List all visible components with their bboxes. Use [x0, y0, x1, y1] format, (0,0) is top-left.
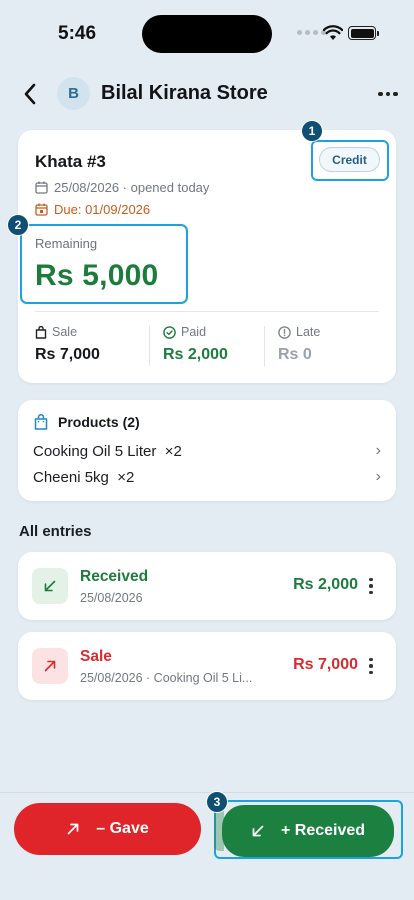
card-divider — [35, 311, 379, 312]
entry-row-received[interactable]: Received 25/08/2026 Rs 2,000 — [18, 552, 396, 620]
arrow-up-right-icon — [44, 660, 56, 672]
battery-icon — [348, 26, 379, 40]
check-circle-icon — [163, 325, 176, 339]
stat-late: Late Rs 0 — [278, 325, 320, 364]
stat-separator — [149, 326, 150, 366]
stat-paid: Paid Rs 2,000 — [163, 325, 228, 364]
arrow-down-left-icon — [44, 580, 56, 592]
shopping-bag-icon — [34, 414, 48, 430]
received-button-label: + Received — [280, 822, 366, 839]
back-button[interactable] — [16, 80, 44, 108]
navigation-bar: B Bilal Kirana Store — [0, 72, 414, 116]
stat-paid-value: Rs 2,000 — [163, 346, 228, 363]
gave-button-label: – Gave — [96, 820, 149, 837]
step-marker-1: 1 — [301, 120, 323, 142]
credit-badge[interactable]: Credit — [319, 147, 380, 172]
products-heading: Products (2) — [58, 414, 140, 430]
more-options-button[interactable] — [376, 82, 400, 106]
page-title: Bilal Kirana Store — [101, 82, 268, 104]
chevron-right-icon: › — [375, 468, 381, 485]
customer-avatar: B — [57, 77, 90, 110]
entry-row-sale[interactable]: Sale 25/08/2026 · Cooking Oil 5 Li... Rs… — [18, 632, 396, 700]
entry-date: 25/08/2026 · Cooking Oil 5 Li... — [80, 671, 253, 685]
calendar-due-icon — [35, 203, 48, 216]
stat-sale: Sale Rs 7,000 — [35, 325, 100, 364]
arrow-down-left-icon — [252, 825, 264, 837]
status-bar: 5:46 — [0, 0, 414, 66]
entry-type: Sale — [80, 648, 112, 665]
opened-date: 25/08/2026 · opened today — [54, 180, 210, 195]
status-time: 5:46 — [58, 23, 97, 44]
entry-more-button[interactable] — [361, 575, 381, 597]
entry-amount: Rs 2,000 — [293, 576, 358, 593]
entry-date: 25/08/2026 — [80, 591, 143, 605]
due-date: Due: 01/09/2026 — [54, 202, 151, 217]
wifi-icon — [323, 25, 343, 40]
more-vertical-icon — [369, 577, 373, 582]
remaining-amount: Rs 5,000 — [35, 259, 159, 292]
opened-date-row: 25/08/2026 · opened today — [35, 180, 209, 195]
due-date-row: Due: 01/09/2026 — [35, 202, 150, 217]
entry-type: Received — [80, 568, 149, 585]
dynamic-island — [142, 15, 272, 53]
khata-summary-card: Khata #3 Credit 25/08/2026 · opened toda… — [18, 130, 396, 383]
remaining-highlight: Remaining Rs 5,000 — [20, 224, 188, 304]
chevron-left-icon — [24, 83, 36, 105]
shopping-bag-icon — [35, 325, 47, 339]
cellular-signal-icon — [297, 30, 326, 35]
products-card: Products (2) Cooking Oil 5 Liter ×2 › Ch… — [18, 400, 396, 501]
stat-separator — [264, 326, 265, 366]
khata-title: Khata #3 — [35, 152, 106, 171]
received-button[interactable]: + Received — [222, 805, 394, 857]
entry-icon-received — [32, 568, 68, 604]
stat-late-value: Rs 0 — [278, 346, 312, 363]
stat-late-label: Late — [296, 325, 321, 339]
remaining-label: Remaining — [35, 236, 98, 251]
arrow-up-right-icon — [67, 823, 79, 835]
entries-section-title: All entries — [19, 523, 92, 540]
stat-sale-label: Sale — [52, 325, 78, 339]
step-marker-2: 2 — [7, 214, 29, 236]
received-highlight: + Received — [214, 800, 403, 859]
product-name: Cooking Oil 5 Liter ×2 — [33, 442, 182, 460]
alert-circle-icon — [278, 325, 291, 339]
step-marker-3: 3 — [206, 791, 228, 813]
product-item[interactable]: Cooking Oil 5 Liter ×2 › — [33, 439, 381, 463]
gave-button[interactable]: – Gave — [14, 803, 201, 855]
product-name: Cheeni 5kg ×2 — [33, 468, 135, 486]
stat-paid-label: Paid — [181, 325, 207, 339]
credit-highlight: Credit — [311, 140, 389, 181]
entry-amount: Rs 7,000 — [293, 656, 358, 673]
more-vertical-icon — [369, 657, 373, 662]
entry-more-button[interactable] — [361, 655, 381, 677]
entry-icon-sale — [32, 648, 68, 684]
product-item[interactable]: Cheeni 5kg ×2 › — [33, 465, 381, 489]
stat-sale-value: Rs 7,000 — [35, 346, 100, 363]
calendar-icon — [35, 181, 48, 194]
products-header: Products (2) — [34, 414, 140, 430]
chevron-right-icon: › — [375, 442, 381, 459]
more-horizontal-icon — [378, 91, 383, 97]
